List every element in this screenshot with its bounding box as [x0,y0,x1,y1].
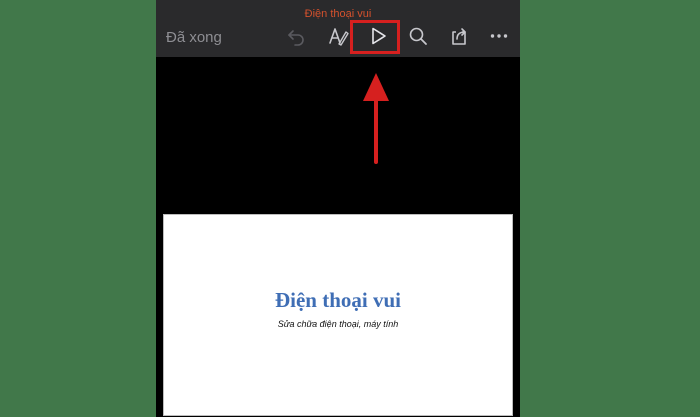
pen-icon [328,26,349,51]
more-button[interactable] [487,26,511,50]
slide-thumbnail[interactable]: Điện thoại vui Sửa chữa điện thoại, máy … [164,215,512,415]
app-window: Điện thoại vui Đã xong Điện thoại vui Sử… [156,0,520,417]
more-icon [489,26,509,51]
top-toolbar: Điện thoại vui Đã xong [156,0,520,57]
search-button[interactable] [406,26,430,50]
draw-button[interactable] [326,26,350,50]
document-title: Điện thoại vui [304,8,372,20]
done-button[interactable]: Đã xong [166,29,222,46]
share-icon [449,26,469,51]
play-highlight-box [350,20,400,54]
search-icon [408,26,428,51]
slide-title: Điện thoại vui [274,288,402,312]
undo-icon [286,26,306,51]
undo-button[interactable] [284,26,308,50]
slide-subtitle: Sửa chữa điện thoại, máy tính [277,319,399,329]
share-button[interactable] [447,26,471,50]
